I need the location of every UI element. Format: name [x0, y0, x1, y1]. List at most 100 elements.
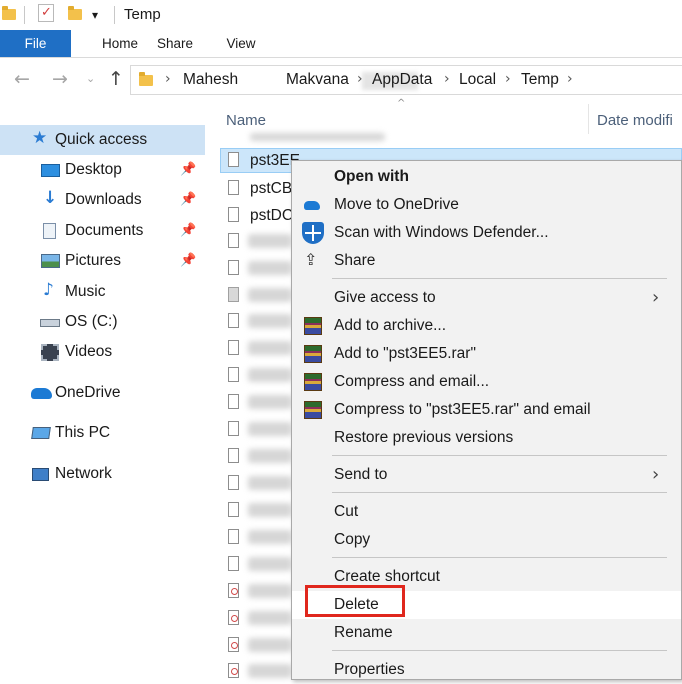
menu-item-scan-defender[interactable]: Scan with Windows Defender... [292, 219, 681, 247]
download-icon: ↓ [43, 188, 58, 208]
sidebar-item-quick-access[interactable]: ★ Quick access [0, 125, 205, 155]
cloud-icon [31, 388, 52, 399]
sidebar-item-label: OneDrive [55, 384, 121, 401]
sidebar-item-videos[interactable]: Videos [0, 337, 205, 367]
pin-icon[interactable]: 📌 [180, 192, 196, 207]
tab-file[interactable]: File [0, 30, 71, 57]
menu-item-add-to-archive[interactable]: Add to archive... [292, 312, 681, 340]
menu-item-label: Properties [334, 661, 405, 678]
sidebar-item-pictures[interactable]: Pictures 📌 [0, 246, 205, 276]
divider [24, 6, 25, 24]
redacted-file-name [248, 449, 292, 463]
address-bar[interactable]: › Mahesh Makvana › AppData › Local › Tem… [130, 65, 682, 95]
menu-separator [332, 455, 667, 456]
recent-locations-icon[interactable]: ⌄ [86, 72, 95, 85]
up-arrow-icon[interactable]: ↑ [108, 68, 124, 90]
file-icon [228, 475, 239, 490]
column-header-date[interactable]: Date modifi [597, 112, 673, 129]
network-icon [32, 468, 49, 481]
forward-arrow-icon[interactable]: → [52, 68, 68, 90]
column-header-name[interactable]: Name [226, 112, 266, 129]
winrar-icon [304, 317, 322, 335]
back-arrow-icon[interactable]: ← [14, 68, 30, 90]
sort-ascending-icon: ^ [397, 98, 406, 109]
tab-share[interactable]: Share [148, 30, 202, 57]
pin-icon[interactable]: 📌 [180, 223, 196, 238]
file-icon [228, 207, 239, 222]
menu-item-add-to-rar[interactable]: Add to "pst3EE5.rar" [292, 340, 681, 368]
redacted-file-name [248, 530, 292, 544]
sidebar-item-onedrive[interactable]: OneDrive [0, 378, 205, 408]
breadcrumb-separator: › [567, 71, 573, 87]
menu-item-open-with[interactable]: Open with [292, 163, 681, 191]
tab-view[interactable]: View [218, 30, 264, 57]
winrar-icon [304, 401, 322, 419]
sidebar-item-label: Pictures [65, 252, 121, 269]
breadcrumb-user-last[interactable]: Makvana [286, 71, 349, 89]
menu-item-compress-rar-email[interactable]: Compress to "pst3EE5.rar" and email [292, 396, 681, 424]
menu-item-label: Open with [334, 168, 409, 185]
menu-item-share[interactable]: ⇪ Share [292, 247, 681, 275]
pin-icon[interactable]: 📌 [180, 253, 196, 268]
breadcrumb-temp[interactable]: Temp [521, 71, 559, 89]
sidebar-item-documents[interactable]: Documents 📌 [0, 216, 205, 246]
menu-item-label: Compress to "pst3EE5.rar" and email [334, 401, 591, 418]
menu-item-rename[interactable]: Rename [292, 619, 681, 647]
sidebar-item-this-pc[interactable]: This PC [0, 418, 205, 448]
file-name[interactable]: pstCB [250, 180, 292, 198]
folder-icon [2, 6, 16, 20]
file-icon [228, 233, 239, 248]
menu-item-give-access[interactable]: Give access to › [292, 284, 681, 312]
pictures-icon [41, 254, 60, 268]
redacted-file-name [248, 314, 292, 328]
desktop-icon [41, 164, 60, 177]
redacted-file-name [248, 422, 292, 436]
breadcrumb-appdata[interactable]: AppData [372, 71, 432, 89]
sidebar-item-label: This PC [55, 424, 111, 441]
redacted-file-name [248, 584, 292, 598]
menu-separator [332, 278, 667, 279]
new-folder-icon[interactable] [68, 6, 82, 20]
menu-item-label: Give access to [334, 289, 436, 306]
sidebar-item-network[interactable]: Network [0, 459, 205, 489]
menu-item-restore-previous[interactable]: Restore previous versions [292, 424, 681, 452]
menu-item-label: Move to OneDrive [334, 196, 459, 213]
breadcrumb-user[interactable]: Mahesh [183, 71, 238, 89]
menu-item-label: Rename [334, 624, 393, 641]
menu-separator [332, 650, 667, 651]
star-icon: ★ [32, 128, 48, 148]
menu-item-cut[interactable]: Cut [292, 498, 681, 526]
properties-icon[interactable] [38, 4, 54, 22]
file-icon [228, 583, 239, 598]
sidebar-item-label: Videos [65, 343, 113, 360]
sidebar-item-downloads[interactable]: ↓ Downloads 📌 [0, 185, 205, 215]
sidebar-item-desktop[interactable]: Desktop 📌 [0, 155, 205, 185]
menu-separator [332, 492, 667, 493]
redacted-file-name [248, 503, 292, 517]
ribbon-tabs: File Home Share View [0, 30, 682, 58]
file-icon [228, 502, 239, 517]
sidebar-item-label: OS (C:) [65, 313, 118, 330]
sidebar-item-music[interactable]: ♪ Music [0, 277, 205, 307]
file-name[interactable]: pstDC [250, 207, 293, 225]
pin-icon[interactable]: 📌 [180, 162, 196, 177]
redacted-file-name [248, 341, 292, 355]
menu-item-label: Share [334, 252, 376, 269]
menu-item-copy[interactable]: Copy [292, 526, 681, 554]
sidebar-item-os-c[interactable]: OS (C:) [0, 307, 205, 337]
customize-toolbar-icon[interactable]: ▾ [92, 8, 98, 22]
column-divider[interactable] [588, 104, 589, 134]
redacted-file-name [248, 476, 292, 490]
music-icon: ♪ [43, 280, 54, 300]
menu-item-label: Compress and email... [334, 373, 490, 390]
menu-item-compress-email[interactable]: Compress and email... [292, 368, 681, 396]
menu-item-move-to-onedrive[interactable]: Move to OneDrive [292, 191, 681, 219]
navigation-pane: ★ Quick access Desktop 📌 ↓ Downloads 📌 D… [0, 103, 205, 680]
sidebar-item-label: Quick access [55, 131, 148, 148]
sidebar-item-label: Documents [65, 222, 144, 239]
winrar-icon [304, 345, 322, 363]
redacted-file-name [248, 368, 292, 382]
menu-item-send-to[interactable]: Send to › [292, 461, 681, 489]
file-icon [228, 260, 239, 275]
breadcrumb-local[interactable]: Local [459, 71, 496, 89]
